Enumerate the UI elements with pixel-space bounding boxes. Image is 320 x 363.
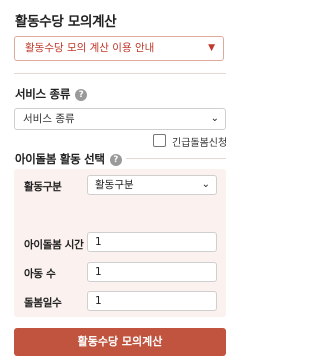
care-days-input[interactable]: 1: [87, 291, 217, 311]
care-hours-input[interactable]: 1: [87, 232, 217, 252]
chevron-down-icon: ▼: [208, 43, 215, 53]
usage-guide-select-value: 활동수당 모의 계산 이용 안내: [25, 42, 155, 54]
care-hours-label: 아이돌봄 시간: [24, 239, 84, 251]
help-circle-icon[interactable]: ?: [109, 154, 122, 166]
child-count-input[interactable]: 1: [87, 262, 217, 282]
activity-title: 아이돌봄 활동 선택: [15, 152, 105, 166]
emergency-care-checkbox[interactable]: [153, 134, 166, 147]
chevron-down-icon: ⌄: [210, 113, 219, 124]
divider: [14, 73, 226, 74]
service-type-title: 서비스 종류: [15, 87, 71, 101]
service-type-heading: 서비스 종류?: [15, 86, 88, 102]
service-type-select[interactable]: 서비스 종류 ⌄: [14, 108, 226, 130]
care-days-label: 돌봄일수: [24, 297, 62, 309]
page-title: 활동수당 모의계산: [15, 14, 117, 30]
service-type-select-value: 서비스 종류: [23, 113, 75, 125]
emergency-care-label: 긴급돌봄신청: [172, 138, 228, 149]
activity-type-label: 활동구분: [24, 181, 62, 193]
activity-heading: 아이돌봄 활동 선택?: [15, 151, 126, 167]
usage-guide-select[interactable]: 활동수당 모의 계산 이용 안내 ▼: [14, 36, 224, 61]
calculate-button[interactable]: 활동수당 모의계산: [14, 328, 226, 356]
chevron-down-icon: ⌄: [201, 179, 210, 190]
help-circle-icon[interactable]: ?: [75, 89, 88, 101]
activity-form-panel: 활동구분 활동구분 ⌄ 아이돌봄 시간 1 아동 수 1 돌봄일수 1: [14, 169, 226, 317]
activity-type-select-value: 활동구분: [95, 179, 134, 191]
activity-type-select[interactable]: 활동구분 ⌄: [87, 175, 217, 195]
child-count-label: 아동 수: [24, 268, 56, 280]
